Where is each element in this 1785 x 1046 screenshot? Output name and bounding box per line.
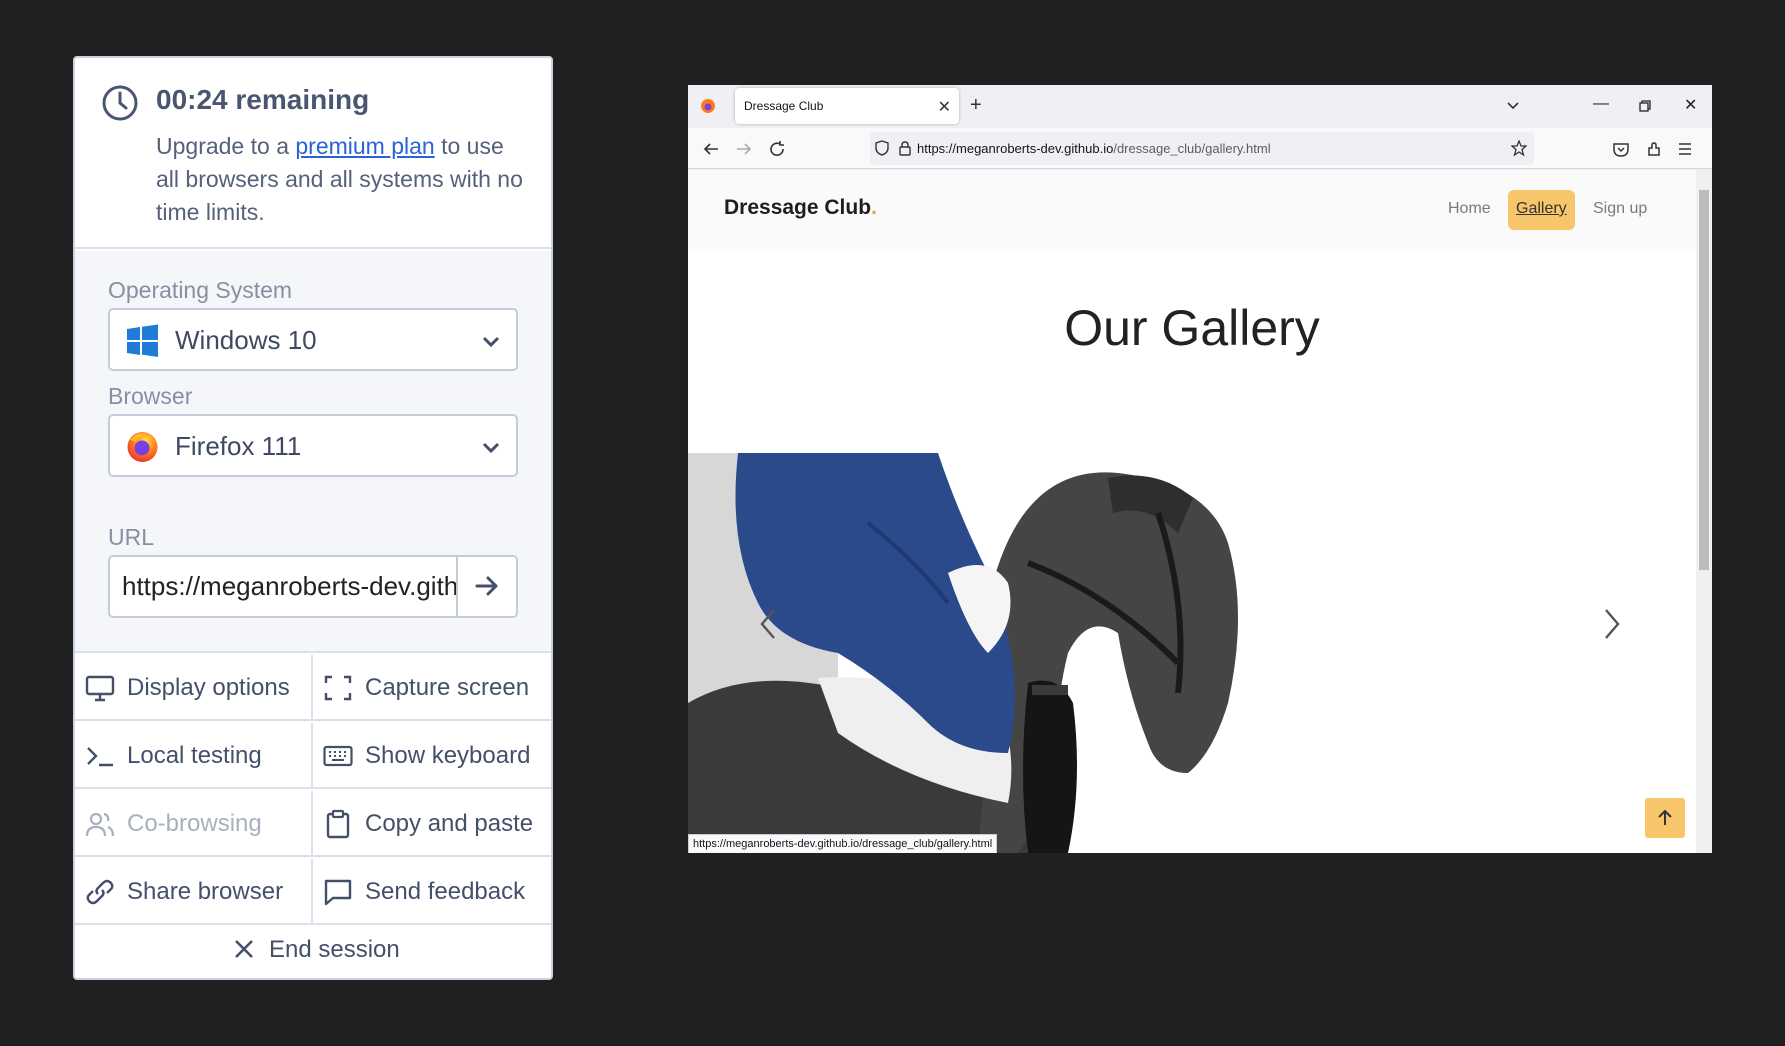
action-label: Local testing xyxy=(127,742,262,769)
chevron-down-icon xyxy=(482,442,500,454)
site-header: Dressage Club. Home Gallery Sign up xyxy=(688,170,1696,249)
action-label: Share browser xyxy=(127,878,284,905)
pocket-icon[interactable] xyxy=(1612,140,1630,158)
carousel-prev-icon[interactable] xyxy=(756,604,780,644)
forward-icon[interactable] xyxy=(735,140,753,158)
timer-section: 00:24 remaining Upgrade to a premium pla… xyxy=(75,58,551,249)
clock-icon xyxy=(102,85,138,121)
link-icon xyxy=(86,879,114,905)
end-session-button[interactable]: End session xyxy=(75,920,551,978)
os-value: Windows 10 xyxy=(175,325,317,355)
terminal-icon xyxy=(87,747,113,767)
url-go-button[interactable] xyxy=(456,557,516,616)
menu-icon[interactable] xyxy=(1676,140,1694,158)
minimize-icon[interactable]: — xyxy=(1593,95,1609,113)
extensions-icon[interactable] xyxy=(1645,140,1663,158)
browser-select[interactable]: Firefox 111 xyxy=(108,414,518,477)
firefox-logo-icon xyxy=(127,432,158,462)
local-testing-button[interactable]: Local testing xyxy=(75,723,313,789)
upgrade-message: Upgrade to a premium plan to use all bro… xyxy=(156,130,526,229)
nav-gallery[interactable]: Gallery xyxy=(1508,190,1575,230)
end-session-label: End session xyxy=(269,936,400,963)
address-bar[interactable]: https://meganroberts-dev.github.io/dress… xyxy=(870,132,1534,165)
list-tabs-icon[interactable] xyxy=(1506,99,1520,113)
action-label: Show keyboard xyxy=(365,742,531,769)
tab-bar: Dressage Club ✕ + — ✕ xyxy=(688,85,1712,128)
url-input[interactable] xyxy=(110,557,458,616)
arrow-right-icon xyxy=(475,576,498,596)
firefox-view-icon[interactable] xyxy=(700,98,716,114)
nav-sign-up[interactable]: Sign up xyxy=(1585,190,1655,230)
os-label: Operating System xyxy=(108,277,293,303)
session-panel: 00:24 remaining Upgrade to a premium pla… xyxy=(73,56,553,980)
tab-close-icon[interactable]: ✕ xyxy=(938,97,951,117)
chat-icon xyxy=(324,879,352,906)
nav-home[interactable]: Home xyxy=(1440,190,1499,230)
chevron-down-icon xyxy=(482,336,500,348)
co-browsing-button[interactable]: Co-browsing xyxy=(75,791,313,857)
back-icon[interactable] xyxy=(702,140,720,158)
site-logo[interactable]: Dressage Club. xyxy=(724,196,877,220)
restore-icon[interactable] xyxy=(1639,100,1651,112)
users-icon xyxy=(85,812,115,837)
action-label: Co-browsing xyxy=(127,810,262,837)
time-remaining: 00:24 remaining xyxy=(156,84,370,115)
action-label: Capture screen xyxy=(365,674,530,701)
page-scrollbar[interactable] xyxy=(1696,170,1712,853)
browser-window: Dressage Club ✕ + — ✕ https://meganrober… xyxy=(688,85,1712,853)
os-select[interactable]: Windows 10 xyxy=(108,308,518,371)
tab-dressage-club[interactable]: Dressage Club ✕ xyxy=(735,88,959,124)
capture-screen-button[interactable]: Capture screen xyxy=(313,655,551,721)
address-text: https://meganroberts-dev.github.io/dress… xyxy=(917,141,1271,156)
status-bar-url: https://meganroberts-dev.github.io/dress… xyxy=(688,834,998,853)
nav-bar: https://meganroberts-dev.github.io/dress… xyxy=(688,128,1712,169)
close-icon xyxy=(235,940,253,958)
site-logo-dot: . xyxy=(871,196,877,219)
url-label: URL xyxy=(108,524,155,550)
premium-plan-link[interactable]: premium plan xyxy=(295,133,434,159)
clipboard-icon xyxy=(326,809,350,839)
capture-icon xyxy=(324,675,352,701)
close-window-icon[interactable]: ✕ xyxy=(1684,95,1697,115)
browser-label: Browser xyxy=(108,383,193,409)
keyboard-icon xyxy=(323,745,353,767)
tab-title: Dressage Club xyxy=(744,99,824,113)
send-feedback-button[interactable]: Send feedback xyxy=(313,859,551,925)
windows-logo-icon xyxy=(127,324,158,357)
shield-icon[interactable] xyxy=(874,140,890,156)
reload-icon[interactable] xyxy=(768,140,786,158)
new-tab-icon[interactable]: + xyxy=(970,94,982,117)
gallery-title: Our Gallery xyxy=(1064,300,1320,356)
copy-paste-button[interactable]: Copy and paste xyxy=(313,791,551,857)
action-label: Display options xyxy=(127,674,290,701)
action-label: Send feedback xyxy=(365,878,526,905)
web-page: Dressage Club. Home Gallery Sign up Our … xyxy=(688,170,1696,853)
show-keyboard-button[interactable]: Show keyboard xyxy=(313,723,551,789)
upgrade-prefix: Upgrade to a xyxy=(156,133,296,159)
scrollbar-thumb[interactable] xyxy=(1699,190,1709,570)
gallery-slide-image xyxy=(688,453,1238,853)
carousel-next-icon[interactable] xyxy=(1600,604,1624,644)
monitor-icon xyxy=(85,675,115,702)
site-logo-text: Dressage Club xyxy=(724,196,872,219)
browser-value: Firefox 111 xyxy=(175,431,302,461)
bookmark-star-icon[interactable] xyxy=(1511,140,1527,156)
share-browser-button[interactable]: Share browser xyxy=(75,859,313,925)
address-host: https://meganroberts-dev.github.io xyxy=(917,141,1114,156)
url-field xyxy=(108,555,518,618)
lock-icon[interactable] xyxy=(898,140,912,156)
display-options-button[interactable]: Display options xyxy=(75,655,313,721)
arrow-up-icon xyxy=(1658,809,1672,825)
address-path: /dressage_club/gallery.html xyxy=(1113,141,1271,156)
config-section: Operating System Windows 10 Browser Fire… xyxy=(75,251,551,653)
action-label: Copy and paste xyxy=(365,810,534,837)
back-to-top-button[interactable] xyxy=(1645,798,1685,838)
